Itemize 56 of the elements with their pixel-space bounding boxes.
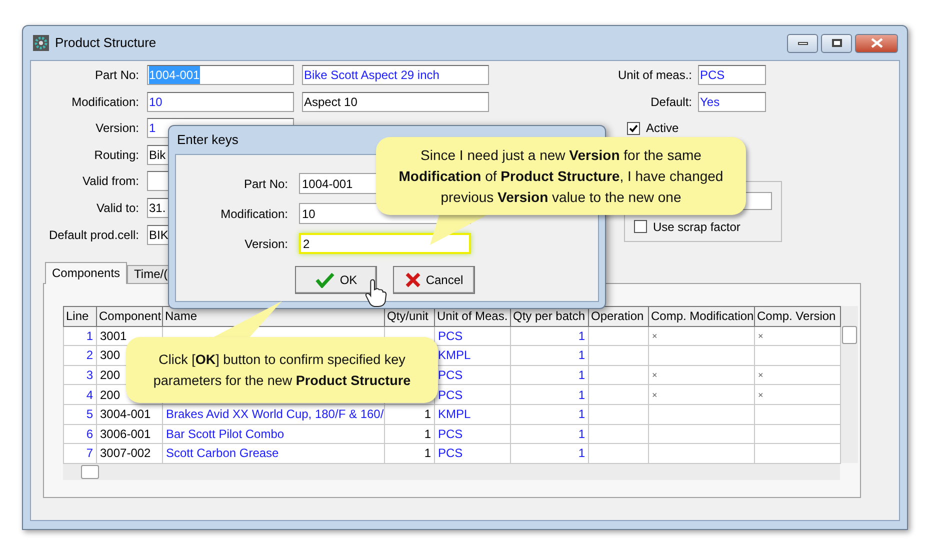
field-label: Unit of meas.: bbox=[616, 67, 692, 84]
table-cell: PCS bbox=[438, 328, 463, 343]
table-cell: 1 bbox=[578, 368, 585, 382]
table-cell: KMPL bbox=[438, 407, 471, 422]
table-cell: × bbox=[758, 330, 764, 341]
table-cell: × bbox=[652, 390, 658, 400]
table-cell: 1 bbox=[578, 348, 585, 362]
field-label: Version: bbox=[244, 236, 288, 252]
field-label: Routing: bbox=[93, 146, 139, 164]
table-cell: 1 bbox=[578, 328, 585, 343]
table-cell: 1 bbox=[424, 426, 431, 441]
table-cell: 1 bbox=[424, 446, 431, 460]
table-cell: PCS bbox=[438, 368, 463, 382]
table-cell: × bbox=[652, 370, 658, 380]
table-cell: PCS bbox=[438, 426, 463, 441]
checkbox-label: Active bbox=[646, 120, 679, 138]
table-cell: 7 bbox=[86, 446, 93, 460]
table-cell: 300 bbox=[100, 348, 120, 362]
dialog-title: Enter keys bbox=[177, 131, 238, 150]
table-cell: 200 bbox=[100, 368, 120, 382]
table-cell: PCS bbox=[438, 388, 463, 402]
field-label: Default: bbox=[650, 94, 692, 111]
table-cell: 200 bbox=[100, 388, 120, 402]
field-label: Part No: bbox=[94, 67, 139, 84]
table-cell: 1 bbox=[578, 407, 585, 422]
table-cell: 1 bbox=[578, 388, 585, 402]
table-cell: 5 bbox=[86, 407, 93, 422]
table-cell: 3 bbox=[86, 368, 93, 382]
table-cell: Brakes Avid XX World Cup, 180/F & 160/ bbox=[166, 407, 384, 422]
table-cell: 3006-001 bbox=[100, 426, 151, 441]
table-cell: 1 bbox=[578, 446, 585, 460]
table-cell: Scott Carbon Grease bbox=[166, 446, 279, 460]
table-cell: 3001 bbox=[100, 328, 127, 343]
field-label: Default prod.cell: bbox=[48, 226, 139, 244]
field-label: Version: bbox=[94, 120, 139, 138]
field-label: Valid to: bbox=[96, 200, 139, 217]
table-cell: 6 bbox=[86, 426, 93, 441]
field-label: Modification: bbox=[70, 94, 139, 111]
table-cell: × bbox=[652, 330, 658, 341]
field-label: Modification: bbox=[220, 206, 288, 222]
field-label: Part No: bbox=[244, 176, 288, 192]
table-cell: × bbox=[758, 370, 764, 380]
table-cell: 1 bbox=[424, 407, 431, 422]
table-cell: 3007-002 bbox=[100, 446, 151, 460]
field-label: Valid from: bbox=[82, 173, 139, 190]
table-cell: PCS bbox=[438, 446, 463, 460]
table-cell: Bar Scott Pilot Combo bbox=[166, 426, 284, 441]
table-cell: 2 bbox=[86, 348, 93, 362]
table-cell: 1 bbox=[578, 426, 585, 441]
window-title: Product Structure bbox=[55, 34, 156, 52]
table-cell: 3004-001 bbox=[100, 407, 151, 422]
table-cell: 1 bbox=[86, 328, 93, 343]
table-cell: × bbox=[758, 390, 764, 400]
table-cell: 4 bbox=[86, 388, 93, 402]
checkbox-label: Use scrap factor bbox=[653, 218, 740, 236]
table-cell: KMPL bbox=[438, 348, 471, 362]
